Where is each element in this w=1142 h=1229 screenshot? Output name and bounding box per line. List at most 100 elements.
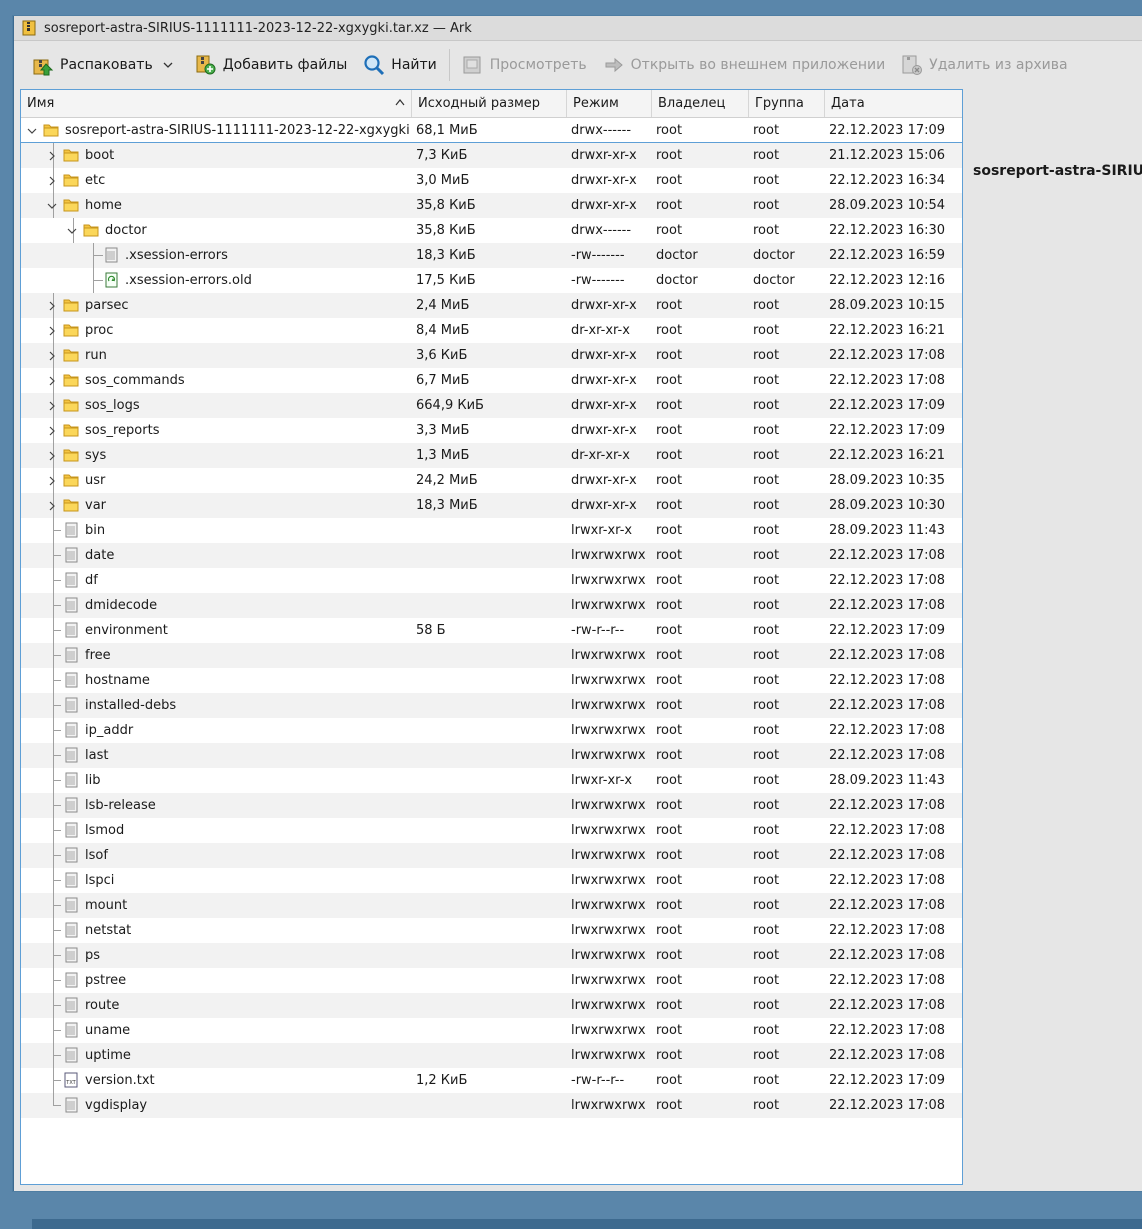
entry-group: root: [753, 423, 780, 438]
tree-row[interactable]: ip_addr lrwxrwxrwx root root 22.12.2023 17:0…: [21, 718, 962, 743]
tree-row[interactable]: hostname lrwxrwxrwx root root 22.12.2023 17:…: [21, 668, 962, 693]
name-cell: free: [21, 643, 412, 668]
tree-row[interactable]: df lrwxrwxrwx root root 22.12.2023 17:08: [21, 568, 962, 593]
entry-owner: root: [656, 448, 683, 463]
tree-row[interactable]: sos_reports 3,3 МиБ drwxr-xr-x root root 22.1…: [21, 418, 962, 443]
tree-row[interactable]: environment 58 Б -rw-r--r-- root root 22.12.2…: [21, 618, 962, 643]
chevron-right-icon[interactable]: [47, 175, 57, 186]
tree-row[interactable]: boot 7,3 КиБ drwxr-xr-x root root 21.12.2023 …: [21, 143, 962, 168]
file-icon: [63, 672, 79, 688]
tree-row[interactable]: bin lrwxr-xr-x root root 28.09.2023 11:43: [21, 518, 962, 543]
name-cell: home: [21, 193, 412, 218]
chevron-right-icon[interactable]: [47, 325, 57, 336]
tree-row[interactable]: uname lrwxrwxrwx root root 22.12.2023 17:08: [21, 1018, 962, 1043]
column-header-date[interactable]: Дата: [825, 90, 962, 117]
add-files-button[interactable]: Добавить файлы: [195, 49, 347, 81]
tree-row[interactable]: lspci lrwxrwxrwx root root 22.12.2023 17:08: [21, 868, 962, 893]
tree-row[interactable]: route lrwxrwxrwx root root 22.12.2023 17:08: [21, 993, 962, 1018]
chevron-right-icon[interactable]: [47, 450, 57, 461]
archive-tree-view[interactable]: Имя Исходный размер Режим Владелец Групп…: [20, 89, 963, 1185]
tree-row[interactable]: lsof lrwxrwxrwx root root 22.12.2023 17:08: [21, 843, 962, 868]
tree-guide-line: [53, 880, 61, 881]
tree-row[interactable]: etc 3,0 МиБ drwxr-xr-x root root 22.12.2023 1…: [21, 168, 962, 193]
tree-row[interactable]: sos_logs 664,9 КиБ drwxr-xr-x root root 22.12…: [21, 393, 962, 418]
chevron-right-icon[interactable]: [47, 475, 57, 486]
tree-row[interactable]: doctor 35,8 КиБ drwx------ root root 22.12.20…: [21, 218, 962, 243]
name-cell: lib: [21, 768, 412, 793]
tree-row[interactable]: .xsession-errors.old 17,5 КиБ -rw------- do…: [21, 268, 962, 293]
chevron-right-icon[interactable]: [47, 150, 57, 161]
entry-date: 22.12.2023 16:59: [829, 248, 946, 263]
folder-icon: [63, 372, 79, 388]
tree-row[interactable]: ps lrwxrwxrwx root root 22.12.2023 17:08: [21, 943, 962, 968]
entry-owner: root: [656, 122, 683, 138]
tree-row[interactable]: free lrwxrwxrwx root root 22.12.2023 17:08: [21, 643, 962, 668]
title-bar[interactable]: sosreport-astra-SIRIUS-1111111-2023-12-2…: [14, 16, 1142, 41]
column-header-owner[interactable]: Владелец: [652, 90, 749, 117]
tree-row[interactable]: lsb-release lrwxrwxrwx root root 22.12.2023 …: [21, 793, 962, 818]
entry-mode: drwxr-xr-x: [571, 498, 637, 513]
tree-row[interactable]: .xsession-errors 18,3 КиБ -rw------- doctor…: [21, 243, 962, 268]
chevron-right-icon[interactable]: [47, 400, 57, 411]
tree-row[interactable]: usr 24,2 МиБ drwxr-xr-x root root 28.09.2023 …: [21, 468, 962, 493]
chevron-right-icon[interactable]: [47, 375, 57, 386]
tree-row[interactable]: sosreport-astra-SIRIUS-1111111-2023-12-2…: [21, 118, 962, 143]
extract-button[interactable]: Распаковать: [32, 49, 179, 81]
chevron-right-icon[interactable]: [47, 425, 57, 436]
tree-row[interactable]: parsec 2,4 МиБ drwxr-xr-x root root 28.09.202…: [21, 293, 962, 318]
entry-date: 22.12.2023 17:08: [829, 973, 946, 988]
entry-name: netstat: [85, 923, 132, 938]
extract-label: Распаковать: [60, 57, 153, 73]
folder-icon: [63, 397, 79, 413]
entry-owner: root: [656, 798, 683, 813]
tree-row[interactable]: run 3,6 КиБ drwxr-xr-x root root 22.12.2023 1…: [21, 343, 962, 368]
tree-row[interactable]: lsmod lrwxrwxrwx root root 22.12.2023 17:08: [21, 818, 962, 843]
find-button[interactable]: Найти: [363, 49, 437, 81]
tree-row[interactable]: mount lrwxrwxrwx root root 22.12.2023 17:08: [21, 893, 962, 918]
tree-row[interactable]: lib lrwxr-xr-x root root 28.09.2023 11:43: [21, 768, 962, 793]
column-header-mode[interactable]: Режим: [567, 90, 652, 117]
tree-row[interactable]: sys 1,3 МиБ dr-xr-xr-x root root 22.12.2023 1…: [21, 443, 962, 468]
chevron-down-icon[interactable]: [27, 125, 37, 135]
entry-date: 22.12.2023 17:08: [829, 723, 946, 738]
tree-row[interactable]: TXT version.txt 1,2 КиБ -rw-r--r-- root root 2…: [21, 1068, 962, 1093]
entry-group: root: [753, 523, 780, 538]
tree-row[interactable]: last lrwxrwxrwx root root 22.12.2023 17:08: [21, 743, 962, 768]
entry-mode: lrwxrwxrwx: [571, 598, 646, 613]
preview-button[interactable]: Просмотреть: [462, 49, 587, 81]
tree-row[interactable]: netstat lrwxrwxrwx root root 22.12.2023 17:0…: [21, 918, 962, 943]
chevron-down-icon[interactable]: [67, 225, 77, 235]
column-header-size[interactable]: Исходный размер: [412, 90, 567, 117]
column-header-group[interactable]: Группа: [749, 90, 825, 117]
tree-row[interactable]: var 18,3 МиБ drwxr-xr-x root root 28.09.2023 …: [21, 493, 962, 518]
tree-row[interactable]: home 35,8 КиБ drwxr-xr-x root root 28.09.2023…: [21, 193, 962, 218]
delete-button[interactable]: Удалить из архива: [901, 49, 1068, 81]
entry-group: root: [753, 122, 780, 138]
tree-row[interactable]: date lrwxrwxrwx root root 22.12.2023 17:08: [21, 543, 962, 568]
chevron-right-icon[interactable]: [47, 350, 57, 361]
chevron-down-icon[interactable]: [163, 62, 173, 68]
tree-row[interactable]: proc 8,4 МиБ dr-xr-xr-x root root 22.12.2023 …: [21, 318, 962, 343]
tree-row[interactable]: pstree lrwxrwxrwx root root 22.12.2023 17:08: [21, 968, 962, 993]
entry-mode: lrwxrwxrwx: [571, 923, 646, 938]
taskbar-marker: [0, 1219, 32, 1229]
tree-row[interactable]: installed-debs lrwxrwxrwx root root 22.12.20…: [21, 693, 962, 718]
entry-date: 22.12.2023 17:08: [829, 573, 946, 588]
tree-row[interactable]: vgdisplay lrwxrwxrwx root root 22.12.2023 17…: [21, 1093, 962, 1118]
entry-group: root: [753, 198, 780, 213]
entry-group: root: [753, 748, 780, 763]
open-external-button[interactable]: Открыть во внешнем приложении: [603, 49, 885, 81]
tree-row[interactable]: uptime lrwxrwxrwx root root 22.12.2023 17:08: [21, 1043, 962, 1068]
tree-row[interactable]: sos_commands 6,7 МиБ drwxr-xr-x root root 22.…: [21, 368, 962, 393]
column-header-name[interactable]: Имя: [21, 90, 412, 117]
entry-name: route: [85, 998, 120, 1013]
folder-icon: [63, 297, 79, 313]
entry-date: 22.12.2023 17:08: [829, 873, 946, 888]
delete-label: Удалить из архива: [929, 57, 1068, 73]
tree-row[interactable]: dmidecode lrwxrwxrwx root root 22.12.2023 17…: [21, 593, 962, 618]
chevron-right-icon[interactable]: [47, 500, 57, 511]
entry-mode: dr-xr-xr-x: [571, 448, 630, 463]
file-icon: [63, 847, 79, 863]
chevron-down-icon[interactable]: [47, 200, 57, 210]
chevron-right-icon[interactable]: [47, 300, 57, 311]
